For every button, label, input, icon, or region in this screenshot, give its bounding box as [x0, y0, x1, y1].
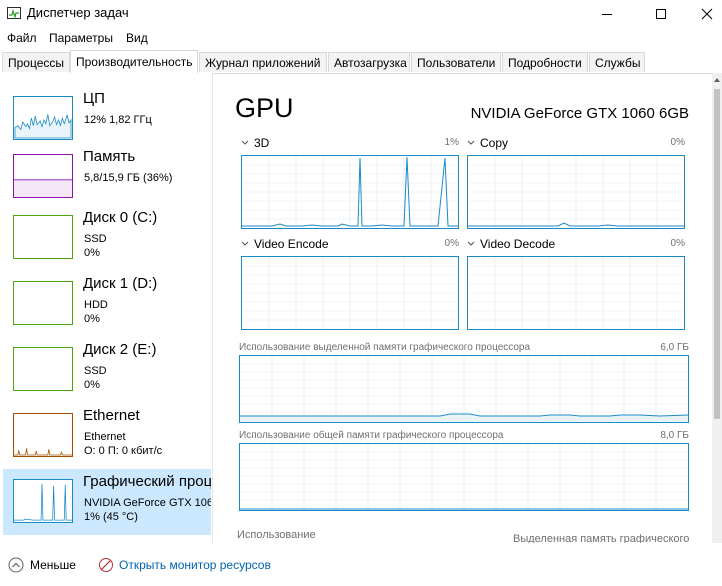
engine-video-decode-percent: 0% — [670, 238, 685, 249]
tab-bar: Процессы Производительность Журнал прило… — [0, 50, 722, 74]
tab-users[interactable]: Пользователи — [411, 52, 501, 72]
sidebar-item-detail: 0% — [84, 313, 100, 325]
disk1-thumbnail-graph — [13, 281, 73, 325]
sidebar-item-detail: HDD — [84, 299, 108, 311]
disk2-thumbnail-graph — [13, 347, 73, 391]
dedicated-memory-max: 6,0 ГБ — [660, 342, 689, 353]
dedicated-memory-footer-label: Выделенная память графического процессор… — [513, 533, 691, 543]
engine-video-encode-percent: 0% — [444, 238, 459, 249]
tab-processes[interactable]: Процессы — [2, 52, 70, 72]
scroll-up-arrow-icon[interactable] — [713, 77, 721, 83]
task-manager-icon — [7, 7, 21, 20]
tab-app-history[interactable]: Журнал приложений — [199, 52, 327, 72]
engine-video-decode-label[interactable]: Video Decode — [480, 237, 555, 251]
maximize-button[interactable] — [638, 0, 684, 28]
sidebar-item-disk0[interactable]: Диск 0 (C:) SSD 0% — [3, 205, 211, 271]
tab-details[interactable]: Подробности — [502, 52, 588, 72]
menu-options[interactable]: Параметры — [49, 31, 113, 45]
minimize-button[interactable] — [584, 0, 630, 28]
sidebar-item-detail: 5,8/15,9 ГБ (36%) — [84, 172, 173, 184]
chevron-down-icon[interactable] — [241, 140, 249, 146]
status-bar: Меньше Открыть монитор ресурсов — [0, 545, 722, 586]
sidebar-item-ethernet[interactable]: Ethernet Ethernet О: 0 П: 0 кбит/с — [3, 403, 211, 469]
menu-file[interactable]: Файл — [7, 31, 37, 45]
shared-memory-graph — [239, 443, 689, 511]
sidebar-item-label: Диск 1 (D:) — [83, 275, 158, 292]
menu-view[interactable]: Вид — [126, 31, 148, 45]
sidebar-item-detail: 0% — [84, 247, 100, 259]
resource-monitor-icon — [99, 558, 113, 572]
sidebar-item-cpu[interactable]: ЦП 12% 1,82 ГГц — [3, 86, 211, 152]
fewer-details-button[interactable]: Меньше — [8, 557, 76, 573]
sidebar-item-label: ЦП — [83, 90, 105, 107]
resource-sidebar: ЦП 12% 1,82 ГГц Память 5,8/15,9 ГБ (36%)… — [0, 73, 213, 543]
sidebar-item-detail: NVIDIA GeForce GTX 1060 6GB — [84, 497, 211, 509]
gpu-thumbnail-graph — [13, 479, 73, 523]
dedicated-memory-graph — [239, 355, 689, 423]
minimize-icon — [602, 14, 612, 15]
engine-video-encode-graph — [241, 256, 459, 330]
shared-memory-max: 8,0 ГБ — [660, 430, 689, 441]
gpu-model-name: NVIDIA GeForce GTX 1060 6GB — [470, 105, 689, 122]
title-bar: Диспетчер задач — [0, 0, 722, 28]
engine-video-encode-label[interactable]: Video Encode — [254, 237, 329, 251]
cpu-thumbnail-graph — [13, 96, 73, 140]
close-icon — [701, 8, 713, 20]
sidebar-item-gpu[interactable]: Графический процессор 0 NVIDIA GeForce G… — [3, 469, 211, 535]
disk0-thumbnail-graph — [13, 215, 73, 259]
chevron-down-icon[interactable] — [241, 241, 249, 247]
sidebar-item-detail: Ethernet — [84, 431, 126, 443]
sidebar-item-detail: 0% — [84, 379, 100, 391]
scroll-thumb[interactable] — [714, 89, 720, 419]
sidebar-item-label: Графический процессор 0 — [83, 473, 211, 490]
chevron-down-icon[interactable] — [467, 140, 475, 146]
sidebar-item-disk2[interactable]: Диск 2 (E:) SSD 0% — [3, 337, 211, 403]
sidebar-item-label: Диск 0 (C:) — [83, 209, 158, 226]
engine-3d-graph — [241, 155, 459, 229]
sidebar-item-label: Память — [83, 148, 136, 165]
chevron-up-circle-icon — [8, 557, 24, 573]
close-button[interactable] — [684, 0, 722, 28]
menu-bar: Файл Параметры Вид — [0, 28, 722, 48]
maximize-icon — [656, 9, 666, 19]
memory-thumbnail-graph — [13, 154, 73, 198]
page-title: GPU — [235, 93, 294, 123]
open-resource-monitor-link[interactable]: Открыть монитор ресурсов — [98, 557, 271, 573]
sidebar-item-label: Ethernet — [83, 407, 140, 424]
shared-memory-label: Использование общей памяти графического … — [239, 430, 504, 441]
engine-copy-label[interactable]: Copy — [480, 136, 508, 150]
sidebar-item-detail: SSD — [84, 365, 107, 377]
tab-startup[interactable]: Автозагрузка — [328, 52, 410, 72]
sidebar-item-detail: 1% (45 °C) — [84, 511, 138, 523]
engine-copy-percent: 0% — [670, 137, 685, 148]
engine-3d-label[interactable]: 3D — [254, 136, 269, 150]
tab-performance[interactable]: Производительность — [70, 50, 198, 73]
fewer-details-label: Меньше — [30, 558, 76, 572]
sidebar-item-disk1[interactable]: Диск 1 (D:) HDD 0% — [3, 271, 211, 337]
sidebar-item-detail: SSD — [84, 233, 107, 245]
chevron-down-icon[interactable] — [467, 241, 475, 247]
tab-services[interactable]: Службы — [589, 52, 645, 72]
sidebar-item-detail: О: 0 П: 0 кбит/с — [84, 445, 163, 457]
ethernet-thumbnail-graph — [13, 413, 73, 457]
panel-scrollbar[interactable] — [712, 73, 722, 543]
open-resource-monitor-label: Открыть монитор ресурсов — [119, 558, 271, 572]
gpu-detail-panel: GPU NVIDIA GeForce GTX 1060 6GB 3D 1% Co… — [213, 73, 711, 543]
engine-copy-graph — [467, 155, 685, 229]
dedicated-memory-label: Использование выделенной памяти графичес… — [239, 342, 531, 353]
engine-3d-percent: 1% — [444, 137, 459, 148]
engine-video-decode-graph — [467, 256, 685, 330]
sidebar-item-memory[interactable]: Память 5,8/15,9 ГБ (36%) — [3, 144, 211, 210]
sidebar-item-detail: 12% 1,82 ГГц — [84, 114, 152, 126]
usage-footer-label: Использование — [237, 529, 316, 541]
window-title: Диспетчер задач — [27, 5, 129, 20]
sidebar-item-label: Диск 2 (E:) — [83, 341, 157, 358]
